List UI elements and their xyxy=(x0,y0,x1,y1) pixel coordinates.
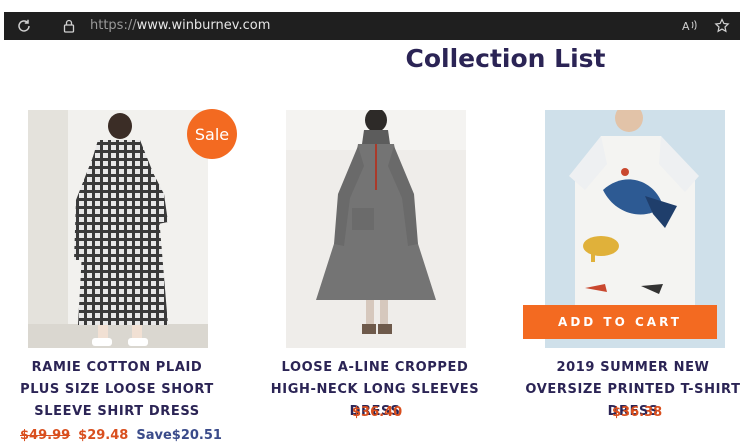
reload-icon[interactable] xyxy=(14,16,34,36)
sale-price: $29.48 xyxy=(78,428,129,443)
lock-icon[interactable] xyxy=(60,17,78,35)
product-card[interactable] xyxy=(28,110,208,348)
add-to-cart-button[interactable]: ADD TO CART xyxy=(523,305,717,339)
favorite-star-icon[interactable] xyxy=(712,16,732,36)
url-protocol: https:// xyxy=(90,18,137,33)
price-row: $49.99 $29.48 Save$20.51 xyxy=(20,428,222,443)
browser-address-bar: https://www.winburnev.com A xyxy=(4,12,740,40)
savings-amount: Save$20.51 xyxy=(136,428,222,443)
url-field[interactable]: https://www.winburnev.com xyxy=(90,18,270,33)
sale-badge: Sale xyxy=(187,109,237,159)
page-title: Collection List xyxy=(405,44,606,73)
product-title[interactable]: RAMIE COTTON PLAID PLUS SIZE LOOSE SHORT… xyxy=(10,357,224,423)
original-price: $49.99 xyxy=(20,428,71,443)
url-host: www.winburnev.com xyxy=(136,18,271,33)
product-price: $36.40 xyxy=(352,405,403,420)
read-aloud-icon[interactable]: A xyxy=(680,16,700,36)
product-image-plaid-dress[interactable] xyxy=(28,110,208,348)
svg-text:A: A xyxy=(682,20,690,33)
product-card[interactable] xyxy=(286,110,466,348)
product-price: $36.38 xyxy=(612,405,663,420)
product-image-grey-dress[interactable] xyxy=(286,110,466,348)
